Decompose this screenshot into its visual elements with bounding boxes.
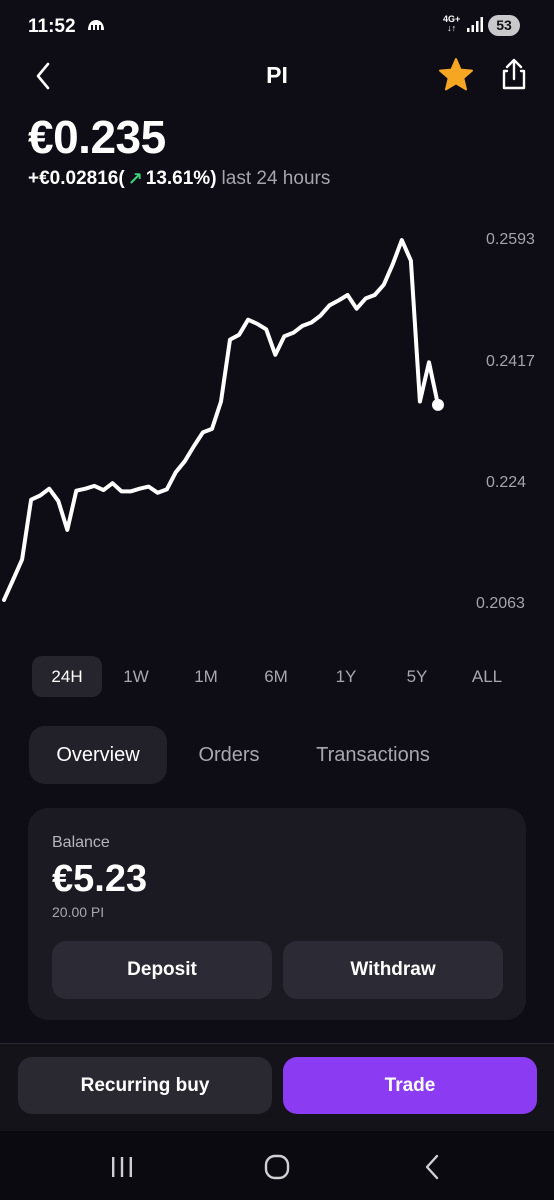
range-all[interactable]: ALL: [452, 656, 522, 697]
bottom-action-bar: Recurring buy Trade: [0, 1043, 554, 1131]
time-range-selector: 24H 1W 1M 6M 1Y 5Y ALL: [0, 656, 554, 698]
section-tabs: Overview Orders Transactions: [0, 726, 554, 786]
favorite-button[interactable]: [436, 55, 476, 95]
system-nav-bar: [0, 1131, 554, 1200]
status-bar: 11:52 4G+ ↓↑ 53: [0, 0, 554, 52]
range-1w[interactable]: 1W: [101, 656, 171, 697]
tab-overview[interactable]: Overview: [29, 726, 167, 784]
balance-value: €5.23: [52, 858, 148, 900]
network-indicator: 4G+ ↓↑: [443, 15, 460, 33]
cloud-icon: [86, 15, 106, 40]
home-icon: [264, 1154, 290, 1180]
range-1y[interactable]: 1Y: [311, 656, 381, 697]
current-price: €0.235: [28, 111, 166, 163]
price-change: +€0.02816 ( ↗ 13.61% ) last 24 hours: [28, 168, 330, 190]
trade-button[interactable]: Trade: [283, 1057, 537, 1114]
withdraw-button[interactable]: Withdraw: [283, 941, 503, 999]
home-button[interactable]: [255, 1149, 299, 1185]
data-arrows-icon: ↓↑: [447, 23, 457, 33]
change-amount: +€0.02816: [28, 168, 119, 189]
share-icon: [502, 58, 526, 90]
tab-orders[interactable]: Orders: [178, 726, 280, 784]
change-paren-close: ): [210, 168, 217, 189]
range-1m[interactable]: 1M: [171, 656, 241, 697]
system-back-icon: [425, 1154, 439, 1180]
recent-apps-icon: [112, 1157, 132, 1177]
change-percent: 13.61%: [145, 168, 211, 189]
balance-card: Balance €5.23 20.00 PI Deposit Withdraw: [28, 808, 526, 1020]
header: PI: [0, 52, 554, 100]
change-period: last 24 hours: [221, 168, 331, 189]
tab-transactions[interactable]: Transactions: [298, 726, 448, 784]
price-line: [2, 238, 440, 602]
range-5y[interactable]: 5Y: [382, 656, 452, 697]
range-6m[interactable]: 6M: [241, 656, 311, 697]
deposit-button[interactable]: Deposit: [52, 941, 272, 999]
y-tick-label: 0.2593: [486, 231, 535, 248]
y-tick-label: 0.224: [486, 474, 526, 491]
signal-icon: [466, 17, 484, 38]
arrow-up-right-icon: ↗: [127, 168, 143, 189]
status-time: 11:52: [28, 16, 76, 37]
price-current-point: [432, 398, 444, 411]
star-icon: [439, 58, 473, 91]
share-button[interactable]: [494, 55, 534, 95]
battery-indicator: 53: [488, 15, 520, 36]
recent-apps-button[interactable]: [100, 1149, 144, 1185]
recurring-buy-button[interactable]: Recurring buy: [18, 1057, 272, 1114]
balance-label: Balance: [52, 834, 110, 851]
system-back-button[interactable]: [410, 1149, 454, 1185]
change-paren-open: (: [118, 168, 125, 189]
y-tick-label: 0.2063: [476, 595, 525, 612]
range-24h[interactable]: 24H: [32, 656, 102, 697]
balance-units: 20.00 PI: [52, 904, 105, 920]
price-chart[interactable]: 0.2593 0.2417 0.224 0.2063: [0, 222, 554, 622]
price-chart-svg: 0.2593 0.2417 0.224 0.2063: [2, 231, 535, 612]
y-tick-label: 0.2417: [486, 353, 535, 370]
